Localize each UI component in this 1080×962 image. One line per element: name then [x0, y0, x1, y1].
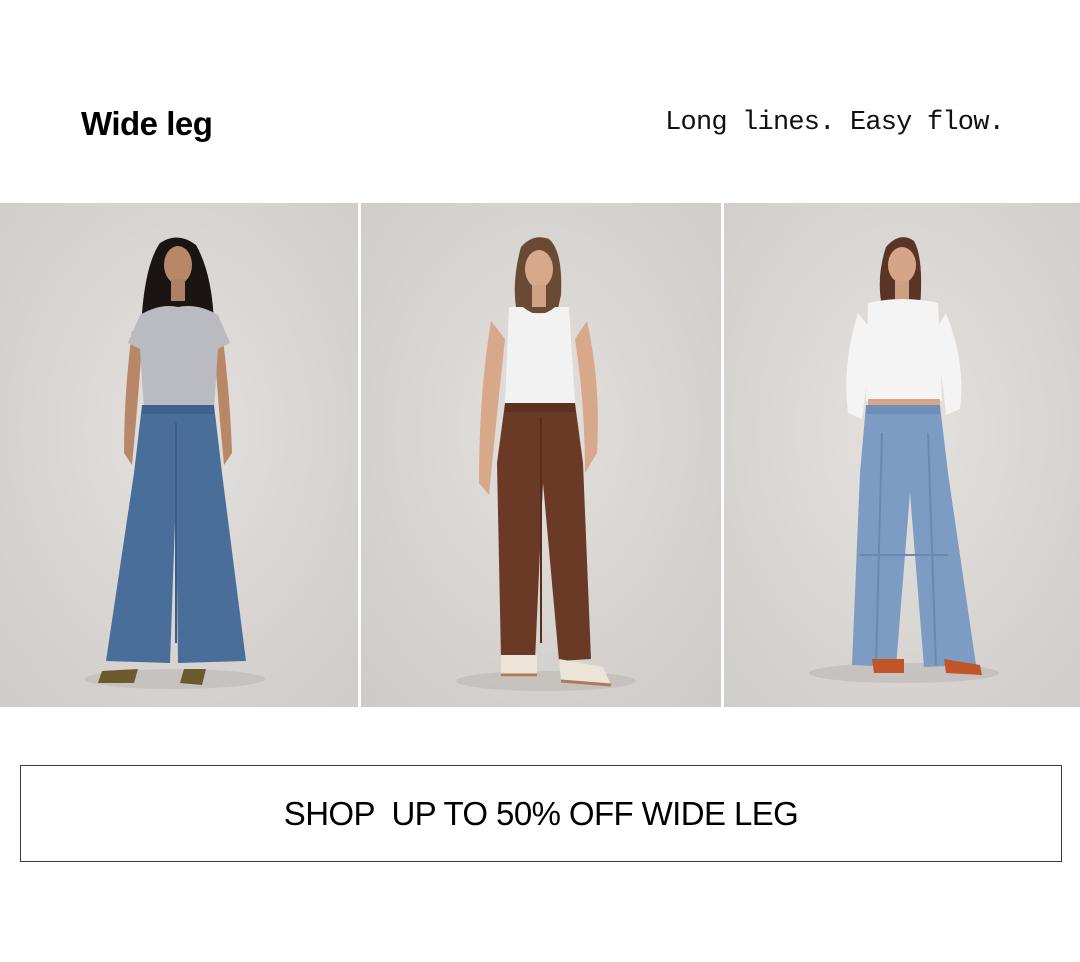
section-tagline: Long lines. Easy flow.	[665, 108, 1005, 138]
product-photo-3[interactable]	[724, 203, 1080, 707]
shop-sale-button-label: SHOP UP TO 50% OFF WIDE LEG	[283, 794, 799, 832]
product-photo-1[interactable]	[0, 203, 358, 707]
shop-sale-button[interactable]: SHOP UP TO 50% OFF WIDE LEG	[20, 765, 1062, 862]
model-photo-1-image	[0, 203, 358, 707]
product-gallery	[0, 203, 1080, 707]
section-title: Wide leg	[81, 105, 213, 142]
section-header: Wide leg Long lines. Easy flow.	[0, 0, 1080, 203]
model-photo-2-image	[361, 203, 721, 707]
model-photo-3-image	[724, 203, 1080, 707]
product-photo-2[interactable]	[361, 203, 721, 707]
